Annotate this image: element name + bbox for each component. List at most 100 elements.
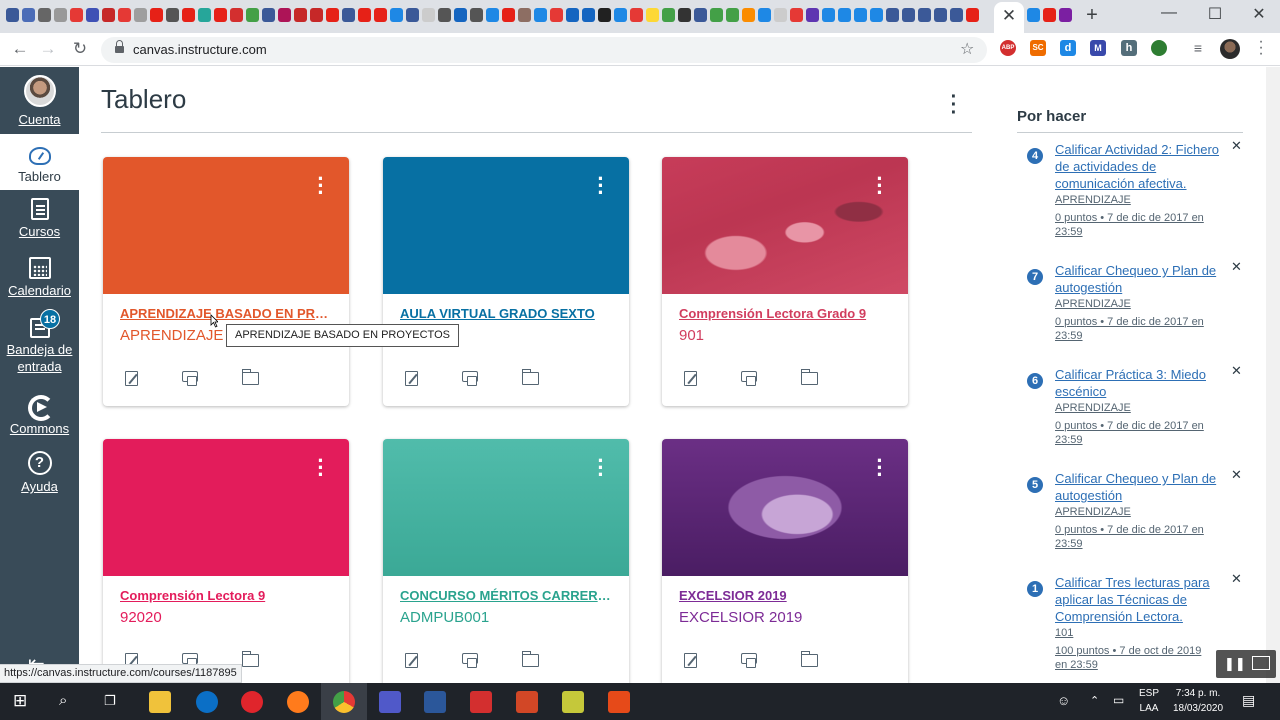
assignments-icon[interactable] [684, 653, 697, 668]
course-card-image[interactable] [662, 157, 908, 294]
pinned-tabs[interactable] [6, 8, 979, 22]
tab-favicon[interactable] [966, 8, 979, 22]
tab-favicon[interactable] [38, 8, 51, 22]
tab-favicon[interactable] [710, 8, 723, 22]
discussions-icon[interactable] [741, 653, 757, 668]
browser-menu-icon[interactable]: · · · [1256, 34, 1266, 62]
tab-favicon[interactable] [758, 8, 771, 22]
windows-start-icon[interactable]: ⊞ [13, 691, 27, 711]
close-window-button[interactable]: ✕ [1236, 4, 1280, 24]
tab-favicon[interactable] [582, 8, 595, 22]
tab-favicon[interactable] [550, 8, 563, 22]
course-card-title[interactable]: Comprensión Lectora Grado 9 [679, 306, 893, 321]
forward-icon[interactable]: → [37, 38, 59, 60]
course-card-title[interactable]: CONCURSO MÉRITOS CARRERA ADMINISTRATIVA [400, 588, 614, 603]
input-language[interactable]: ESP [1137, 687, 1161, 700]
nav-item-label[interactable]: Calendario [0, 282, 79, 299]
course-card-code[interactable]: APRENDIZAJE [120, 327, 223, 344]
tab-favicon[interactable] [822, 8, 835, 22]
tab-favicon[interactable] [678, 8, 691, 22]
assignments-icon[interactable] [684, 371, 697, 386]
course-card-title[interactable]: Comprensión Lectora 9 [120, 588, 334, 603]
tab-favicon[interactable] [950, 8, 963, 22]
course-card[interactable]: ··· AULA VIRTUAL GRADO SEXTO 6 [383, 157, 629, 406]
nav-item-label[interactable]: Cuenta [0, 111, 79, 128]
tab-favicon[interactable] [406, 8, 419, 22]
files-folder-icon[interactable] [800, 369, 818, 385]
course-card-image[interactable] [103, 439, 349, 576]
people-icon[interactable]: ☺ [1057, 693, 1070, 708]
minimize-button[interactable]: — [1146, 4, 1192, 22]
notifications-icon[interactable]: ▤ [1242, 692, 1255, 709]
tab-favicon[interactable] [278, 8, 291, 22]
todo-course-link[interactable]: APRENDIZAJE [1055, 298, 1131, 310]
tab-favicon[interactable] [102, 8, 115, 22]
extension-icon[interactable]: d [1060, 40, 1076, 56]
todo-course-link[interactable]: 101 [1055, 627, 1073, 639]
nav-item-help[interactable]: ? Ayuda [0, 451, 79, 495]
todo-course-link[interactable]: APRENDIZAJE [1055, 402, 1131, 414]
tab-favicon[interactable] [1043, 8, 1056, 22]
nav-item-label[interactable]: Commons [0, 420, 79, 437]
course-card-title[interactable]: EXCELSIOR 2019 [679, 588, 893, 603]
tab-favicon[interactable] [790, 8, 803, 22]
tab-favicon[interactable] [534, 8, 547, 22]
tab-favicon[interactable] [214, 8, 227, 22]
extension-icon[interactable]: SC [1030, 40, 1046, 56]
todo-course-link[interactable]: APRENDIZAJE [1055, 194, 1131, 206]
tab-favicon[interactable] [310, 8, 323, 22]
tab-favicon[interactable] [934, 8, 947, 22]
reading-list-icon[interactable]: ≡ [1190, 40, 1206, 56]
tab-favicon[interactable] [1059, 8, 1072, 22]
card-options-icon[interactable]: · · · [595, 450, 607, 486]
tab-close-icon[interactable]: ✕ [1001, 6, 1017, 26]
tab-favicon[interactable] [246, 8, 259, 22]
tab-favicon[interactable] [390, 8, 403, 22]
card-options-icon[interactable]: · · · [315, 168, 327, 204]
tab-favicon[interactable] [566, 8, 579, 22]
extension-icon[interactable]: M [1090, 40, 1106, 56]
course-card[interactable]: · · · Comprensión Lectora Grado 9 901 [662, 157, 908, 406]
firefox-icon[interactable] [287, 691, 309, 713]
tab-favicon[interactable] [502, 8, 515, 22]
adblock-extension-icon[interactable]: ABP [1000, 40, 1016, 56]
nav-item-label[interactable]: Tablero [0, 168, 79, 185]
extension-icon[interactable]: h [1121, 40, 1137, 56]
back-icon[interactable]: ← [9, 38, 31, 60]
tab-favicon[interactable] [486, 8, 499, 22]
nav-item-courses[interactable]: Cursos [0, 198, 79, 240]
course-card-image[interactable] [383, 439, 629, 576]
course-card-code[interactable]: 901 [679, 327, 704, 344]
nav-item-label[interactable]: Bandeja de entrada [0, 341, 79, 375]
todo-title-link[interactable]: Calificar Práctica 3: Miedo escénico [1055, 366, 1225, 400]
tab-favicon[interactable] [470, 8, 483, 22]
tab-favicon[interactable] [1027, 8, 1040, 22]
course-card-image[interactable] [662, 439, 908, 576]
course-card[interactable]: ··· APRENDIZAJE BASADO EN PROYECTOS APRE… [103, 157, 349, 406]
dismiss-icon[interactable]: ✕ [1231, 138, 1242, 154]
fireworks-icon[interactable] [562, 691, 584, 713]
course-card[interactable]: ··· CONCURSO MÉRITOS CARRERA ADMINISTRAT… [383, 439, 629, 688]
tab-favicon[interactable] [326, 8, 339, 22]
card-options-icon[interactable]: · · · [874, 168, 886, 204]
tab-favicon[interactable] [454, 8, 467, 22]
dismiss-icon[interactable]: ✕ [1231, 467, 1242, 483]
nav-item-dashboard[interactable]: Tablero [0, 134, 79, 190]
tab-favicon[interactable] [694, 8, 707, 22]
acrobat-icon[interactable] [470, 691, 492, 713]
pause-icon[interactable]: ❚❚ [1224, 656, 1246, 672]
tab-favicon[interactable] [22, 8, 35, 22]
discussions-icon[interactable] [741, 371, 757, 386]
files-folder-icon[interactable] [241, 369, 259, 385]
tab-favicon[interactable] [70, 8, 83, 22]
reload-icon[interactable]: ↻ [69, 38, 91, 60]
tab-favicon[interactable] [742, 8, 755, 22]
dismiss-icon[interactable]: ✕ [1231, 363, 1242, 379]
tab-favicon[interactable] [182, 8, 195, 22]
todo-course-link[interactable]: APRENDIZAJE [1055, 506, 1131, 518]
new-tab-button[interactable]: + [1083, 4, 1101, 27]
todo-title-link[interactable]: Calificar Chequeo y Plan de autogestión [1055, 470, 1225, 504]
course-card[interactable]: · · · EXCELSIOR 2019 EXCELSIOR 2019 [662, 439, 908, 688]
course-card-code[interactable]: 92020 [120, 609, 162, 626]
trailing-tabs[interactable] [1027, 8, 1072, 22]
